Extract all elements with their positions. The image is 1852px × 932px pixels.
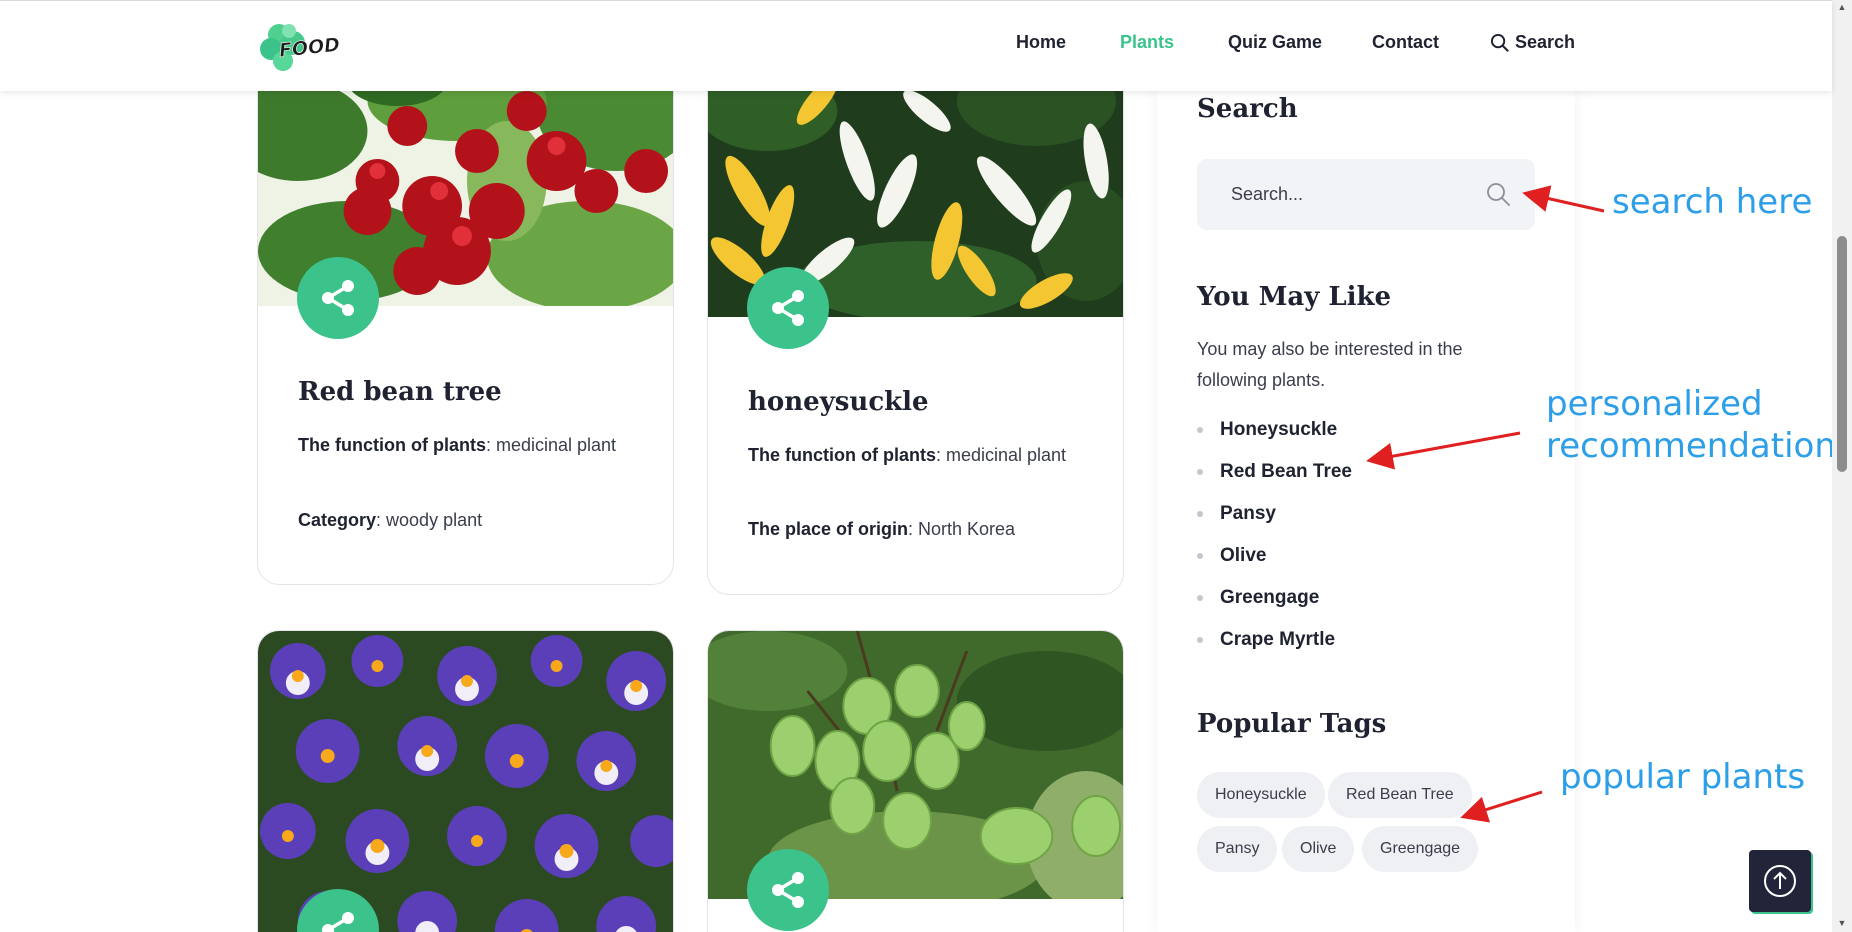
top-navbar: FOOD Home Plants Quiz Game Contact Searc… (0, 0, 1832, 91)
sidebar: Search You May Like You may also be inte… (1157, 91, 1575, 932)
plant-card-pansy[interactable] (257, 630, 674, 932)
recommendation-label: Pansy (1220, 503, 1276, 524)
bullet-dot (1197, 511, 1203, 517)
tag-pill[interactable]: Greengage (1362, 826, 1479, 872)
scroll-up-arrow-icon[interactable]: ▲ (1836, 2, 1848, 12)
share-icon (322, 280, 354, 316)
pansy-image (258, 631, 673, 932)
recommendation-item[interactable]: Olive (1197, 535, 1352, 577)
you-may-like-text: You may also be interested in the follow… (1197, 339, 1463, 390)
nav-contact[interactable]: Contact (1372, 32, 1439, 53)
recommendation-item[interactable]: Pansy (1197, 493, 1352, 535)
search-input[interactable] (1197, 159, 1497, 230)
share-icon (772, 290, 804, 326)
scroll-down-arrow-icon[interactable]: ▼ (1836, 918, 1848, 928)
card-function-label: The function of plants (298, 435, 486, 455)
bullet-dot (1197, 553, 1203, 559)
recommendation-item[interactable]: Honeysuckle (1197, 409, 1352, 451)
card-category: Category: woody plant (298, 506, 628, 535)
card-origin-value: : North Korea (908, 519, 1016, 539)
tag-pill[interactable]: Olive (1282, 826, 1355, 872)
back-to-top-button[interactable] (1749, 850, 1811, 912)
nav-quiz-game[interactable]: Quiz Game (1228, 32, 1322, 53)
bullet-dot (1197, 427, 1203, 433)
tag-pill[interactable]: Honeysuckle (1197, 772, 1325, 818)
search-box (1197, 159, 1535, 230)
share-icon (322, 912, 354, 932)
annotation-search: search here (1612, 182, 1813, 222)
bullet-dot (1197, 595, 1203, 601)
share-icon (772, 872, 804, 908)
card-origin-label: The place of origin (748, 519, 909, 539)
annotation-recommendation-line1: personalized (1546, 384, 1763, 424)
recommendation-item[interactable]: Crape Myrtle (1197, 619, 1352, 661)
card-title[interactable]: honeysuckle (748, 387, 929, 417)
recommendation-item[interactable]: Greengage (1197, 577, 1352, 619)
plant-card-olive[interactable] (707, 630, 1124, 932)
search-icon (1490, 33, 1509, 52)
plant-card-red-bean-tree[interactable]: Red bean tree The function of plants: me… (257, 40, 674, 585)
share-button[interactable] (747, 267, 829, 349)
tag-pill[interactable]: Red Bean Tree (1328, 772, 1472, 818)
annotation-recommendation-line2: recommendation (1546, 426, 1836, 466)
recommendation-label: Red Bean Tree (1220, 461, 1352, 482)
card-function: The function of plants: medicinal plant (748, 441, 1078, 470)
recommendation-label: Honeysuckle (1220, 419, 1338, 440)
plant-card-honeysuckle[interactable]: honeysuckle The function of plants: medi… (707, 40, 1124, 595)
recommendation-label: Olive (1220, 545, 1267, 566)
card-origin: The place of origin: North Korea (748, 515, 1078, 544)
card-category-label: Category (298, 510, 377, 530)
bullet-dot (1197, 637, 1203, 643)
site-logo[interactable]: FOOD (259, 19, 345, 75)
nav-home[interactable]: Home (1016, 32, 1066, 53)
card-title[interactable]: Red bean tree (298, 377, 502, 407)
card-function-value: : medicinal plant (485, 435, 617, 455)
tag-pill[interactable]: Pansy (1197, 826, 1278, 872)
share-button[interactable] (297, 257, 379, 339)
annotation-popular: popular plants (1560, 757, 1806, 797)
nav-search[interactable]: Search (1490, 32, 1575, 53)
card-function-value: : medicinal plant (935, 445, 1067, 465)
scrollbar-thumb[interactable] (1837, 236, 1847, 472)
nav-plants[interactable]: Plants (1120, 32, 1174, 53)
you-may-like-heading: You May Like (1197, 282, 1392, 312)
recommendation-label: Crape Myrtle (1220, 629, 1336, 650)
search-heading: Search (1197, 94, 1298, 124)
recommendation-list: Honeysuckle Red Bean Tree Pansy Olive Gr… (1197, 409, 1352, 661)
nav-search-label: Search (1515, 32, 1576, 52)
arrow-up-icon (1764, 865, 1796, 897)
bullet-dot (1197, 469, 1203, 475)
recommendation-item[interactable]: Red Bean Tree (1197, 451, 1352, 493)
recommendation-label: Greengage (1220, 587, 1320, 608)
share-button[interactable] (747, 849, 829, 931)
popular-tags-heading: Popular Tags (1197, 709, 1387, 739)
card-function: The function of plants: medicinal plant (298, 431, 628, 460)
search-icon[interactable] (1485, 181, 1513, 209)
card-category-value: : woody plant (376, 510, 483, 530)
card-function-label: The function of plants (748, 445, 936, 465)
